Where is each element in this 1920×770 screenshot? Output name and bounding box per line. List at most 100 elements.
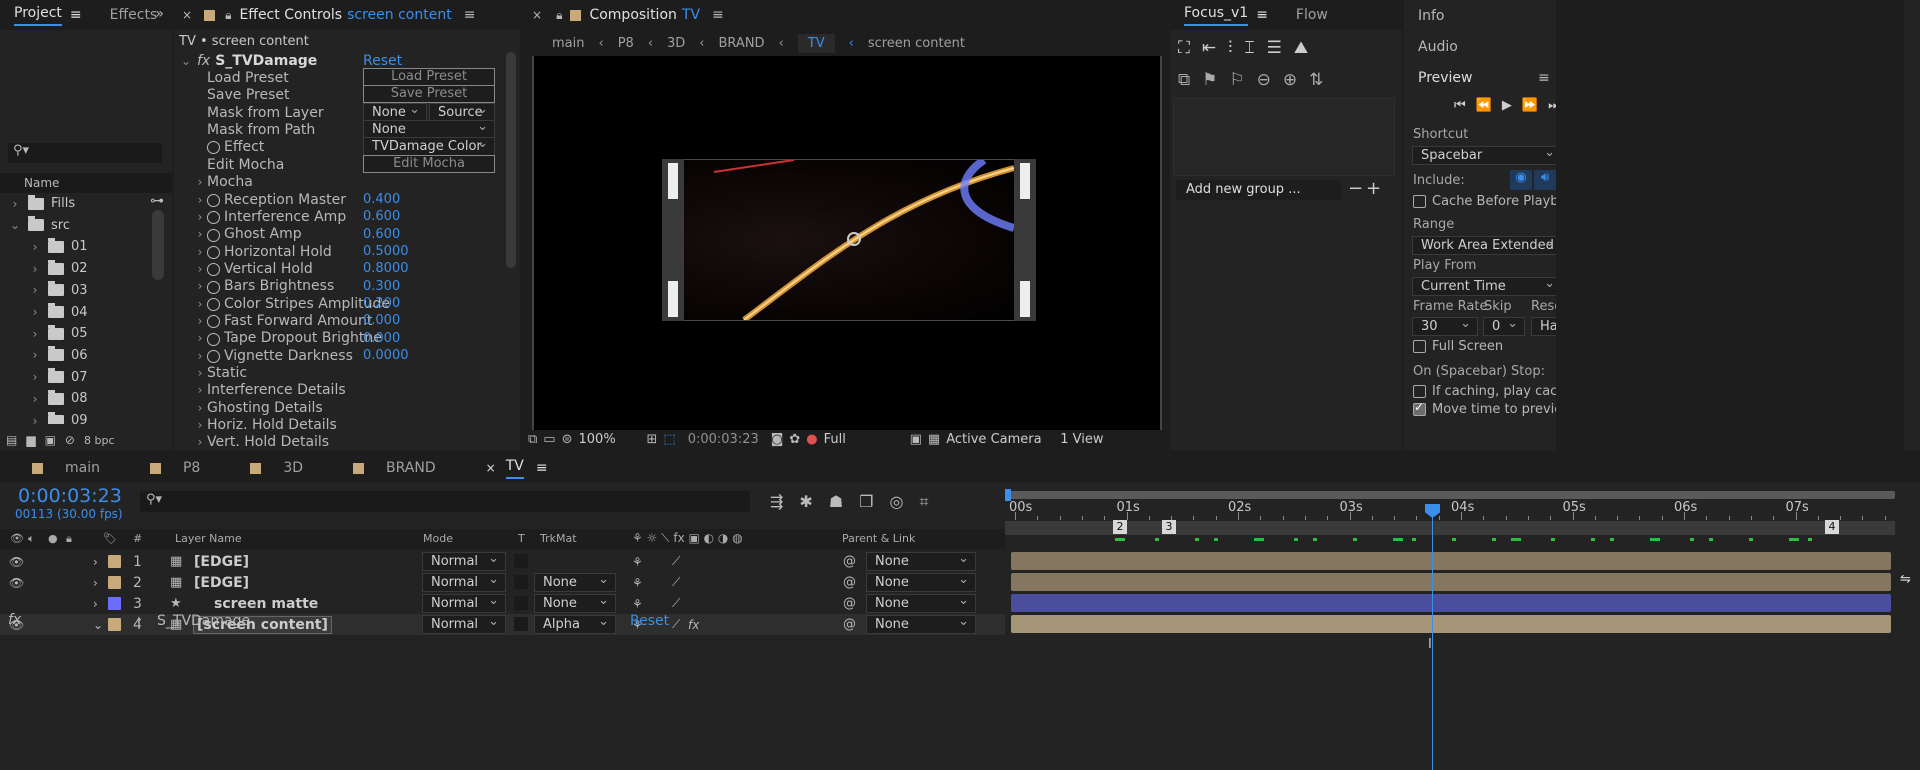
parent-select[interactable]: None — [866, 571, 976, 592]
graph-editor-icon[interactable]: ⌗ — [919, 492, 928, 512]
menu-icon[interactable]: ≡ — [536, 460, 548, 476]
param-value[interactable]: 0.000 — [363, 313, 400, 328]
shortcut-select[interactable]: Spacebar — [1412, 144, 1556, 165]
resolution-select[interactable]: Full — [824, 432, 904, 447]
tl-tab[interactable]: main — [0, 453, 130, 483]
color-icon[interactable]: ● — [806, 432, 817, 447]
next-frame-icon[interactable]: ⏩ — [1522, 98, 1538, 113]
shy-icon[interactable]: ☗ — [829, 492, 843, 512]
overflow-icon[interactable]: » — [155, 6, 164, 22]
if-caching-checkbox[interactable]: If caching, play cached fra — [1413, 384, 1556, 399]
chevron-right-icon[interactable]: › — [28, 240, 42, 254]
stopwatch-icon[interactable] — [207, 141, 220, 154]
stopwatch-icon[interactable] — [207, 246, 220, 260]
stopwatch-icon[interactable] — [207, 280, 220, 294]
chevron-right-icon[interactable]: › — [28, 348, 42, 362]
layer-name[interactable]: [EDGE] — [194, 575, 249, 591]
project-search[interactable]: ⚲▾ — [8, 143, 162, 163]
lock-icon[interactable]: 🔒︎ — [66, 532, 72, 546]
zoom-select[interactable]: 100% — [579, 432, 641, 447]
project-scrollbar[interactable] — [152, 210, 164, 280]
new-folder-icon[interactable]: ▆ — [26, 433, 35, 447]
comp-crumb[interactable]: main — [552, 36, 584, 51]
quality-switch-icon[interactable]: ⟋ — [672, 575, 680, 590]
grid-icon[interactable]: ⊞ — [647, 432, 658, 447]
preserve-transparency-toggle[interactable] — [514, 554, 528, 568]
mountain-icon[interactable]: ⛰ — [1294, 38, 1308, 58]
range-select[interactable]: Work Area Extended By Cu — [1412, 236, 1556, 255]
layer-clip[interactable] — [1011, 552, 1891, 570]
remove-icon[interactable]: ⊖ — [1257, 70, 1271, 90]
menu-icon[interactable]: ≡ — [70, 7, 82, 23]
comp-timecode[interactable]: 0:00:03:23 — [688, 432, 759, 447]
project-item[interactable]: › 01 — [0, 236, 150, 257]
add-icon[interactable]: ⊕ — [1283, 70, 1297, 90]
chevron-right-icon[interactable]: › — [8, 197, 22, 211]
distribute-icon[interactable]: ⫶ — [1228, 38, 1232, 58]
sort-icon[interactable]: ⇅ — [1309, 70, 1323, 90]
comp-marker[interactable]: 4 — [1825, 520, 1839, 534]
trash-icon[interactable]: ⊘ — [65, 433, 75, 447]
flowchart-icon[interactable]: ⊶ — [150, 193, 164, 209]
chevron-right-icon[interactable]: › — [193, 297, 207, 311]
chevron-right-icon[interactable]: › — [193, 401, 207, 415]
minus-icon[interactable]: − — [1348, 178, 1363, 199]
channel-icon[interactable]: ✿ — [789, 432, 800, 447]
fullscreen-check[interactable] — [1413, 340, 1426, 353]
draft3d-icon[interactable]: ✱ — [799, 492, 812, 512]
param-value[interactable]: 0.300 — [363, 279, 400, 294]
layer-name[interactable]: screen matte — [214, 596, 318, 612]
mode-select[interactable]: Normal — [422, 571, 506, 592]
comp-marker[interactable]: 3 — [1162, 520, 1176, 534]
tl-tab[interactable]: × TV ≡ — [466, 453, 578, 483]
param-value[interactable]: 0.5000 — [363, 244, 409, 259]
chevron-right-icon[interactable]: › — [28, 327, 42, 341]
tab-flow[interactable]: Flow — [1282, 0, 1342, 30]
stopwatch-icon[interactable] — [207, 315, 220, 329]
pickwhip-icon[interactable]: @ — [843, 596, 856, 611]
anchor-icon[interactable]: ⌶ — [1244, 38, 1254, 58]
preview-tab[interactable]: Preview — [1418, 70, 1473, 86]
project-item[interactable]: › 03 — [0, 280, 150, 301]
time-ruler[interactable]: 00s 01s 02s 03s 04s 05s 06s 07s — [1005, 500, 1920, 520]
param-group[interactable]: › Vert. Hold Details — [174, 432, 520, 453]
move-time-check[interactable] — [1413, 400, 1426, 416]
close-icon[interactable]: × — [182, 8, 192, 22]
cache-check[interactable] — [1413, 195, 1426, 208]
move-time-checkbox[interactable]: Move time to preview tin — [1413, 400, 1556, 417]
tl-timecode[interactable]: 0:00:03:23 — [18, 485, 122, 507]
chevron-right-icon[interactable]: › — [28, 370, 42, 384]
shy-switch-icon[interactable]: ⚘ — [632, 555, 643, 569]
menu-icon[interactable]: ≡ — [464, 7, 476, 23]
shy-switch-icon[interactable]: ⚘ — [632, 597, 643, 611]
lock-icon[interactable]: 🔒︎ — [556, 8, 562, 23]
chevron-right-icon[interactable]: › — [193, 193, 207, 207]
chevron-right-icon[interactable]: › — [193, 175, 207, 189]
layer-row[interactable]: 👁︎ › 2 ▦ [EDGE] Normal None ⚘ ⟋ @ None — [0, 571, 1005, 593]
chevron-right-icon[interactable]: › — [193, 383, 207, 397]
resolution-select[interactable]: Ha — [1531, 315, 1556, 336]
comp-flow-icon[interactable]: ⇶ — [770, 492, 783, 512]
chevron-right-icon[interactable]: › — [193, 418, 207, 432]
project-item[interactable]: › 07 — [0, 367, 150, 388]
layer-row[interactable]: 👁︎ › 1 ▦ [EDGE] Normal ⚘ ⟋ @ None — [0, 550, 1005, 572]
pickwhip-icon[interactable]: @ — [843, 575, 856, 590]
quality-switch-icon[interactable]: ⟋ — [672, 554, 680, 569]
skip-select[interactable]: 0 — [1483, 315, 1525, 336]
sub-effect-reset[interactable]: Reset — [630, 613, 669, 629]
quality-switch-icon[interactable]: ⟋ — [672, 596, 680, 611]
comp-marker[interactable]: 2 — [1113, 520, 1127, 534]
bpc-label[interactable]: 8 bpc — [84, 434, 115, 447]
chevron-right-icon[interactable]: › — [193, 349, 207, 363]
project-item[interactable]: › 04 — [0, 302, 150, 323]
label-color-swatch[interactable] — [108, 576, 121, 589]
chevron-right-icon[interactable]: › — [28, 262, 42, 276]
camera-icon[interactable]: ◙ — [771, 432, 784, 447]
chevron-right-icon[interactable]: › — [193, 435, 207, 449]
first-frame-icon[interactable]: ⏮ — [1454, 98, 1466, 113]
layer-clip[interactable] — [1011, 594, 1891, 612]
eye-icon[interactable]: 👁︎ — [9, 576, 24, 590]
chevron-right-icon[interactable]: › — [93, 555, 98, 569]
chevron-right-icon[interactable]: › — [193, 366, 207, 380]
menu-icon[interactable]: ≡ — [1256, 7, 1268, 23]
